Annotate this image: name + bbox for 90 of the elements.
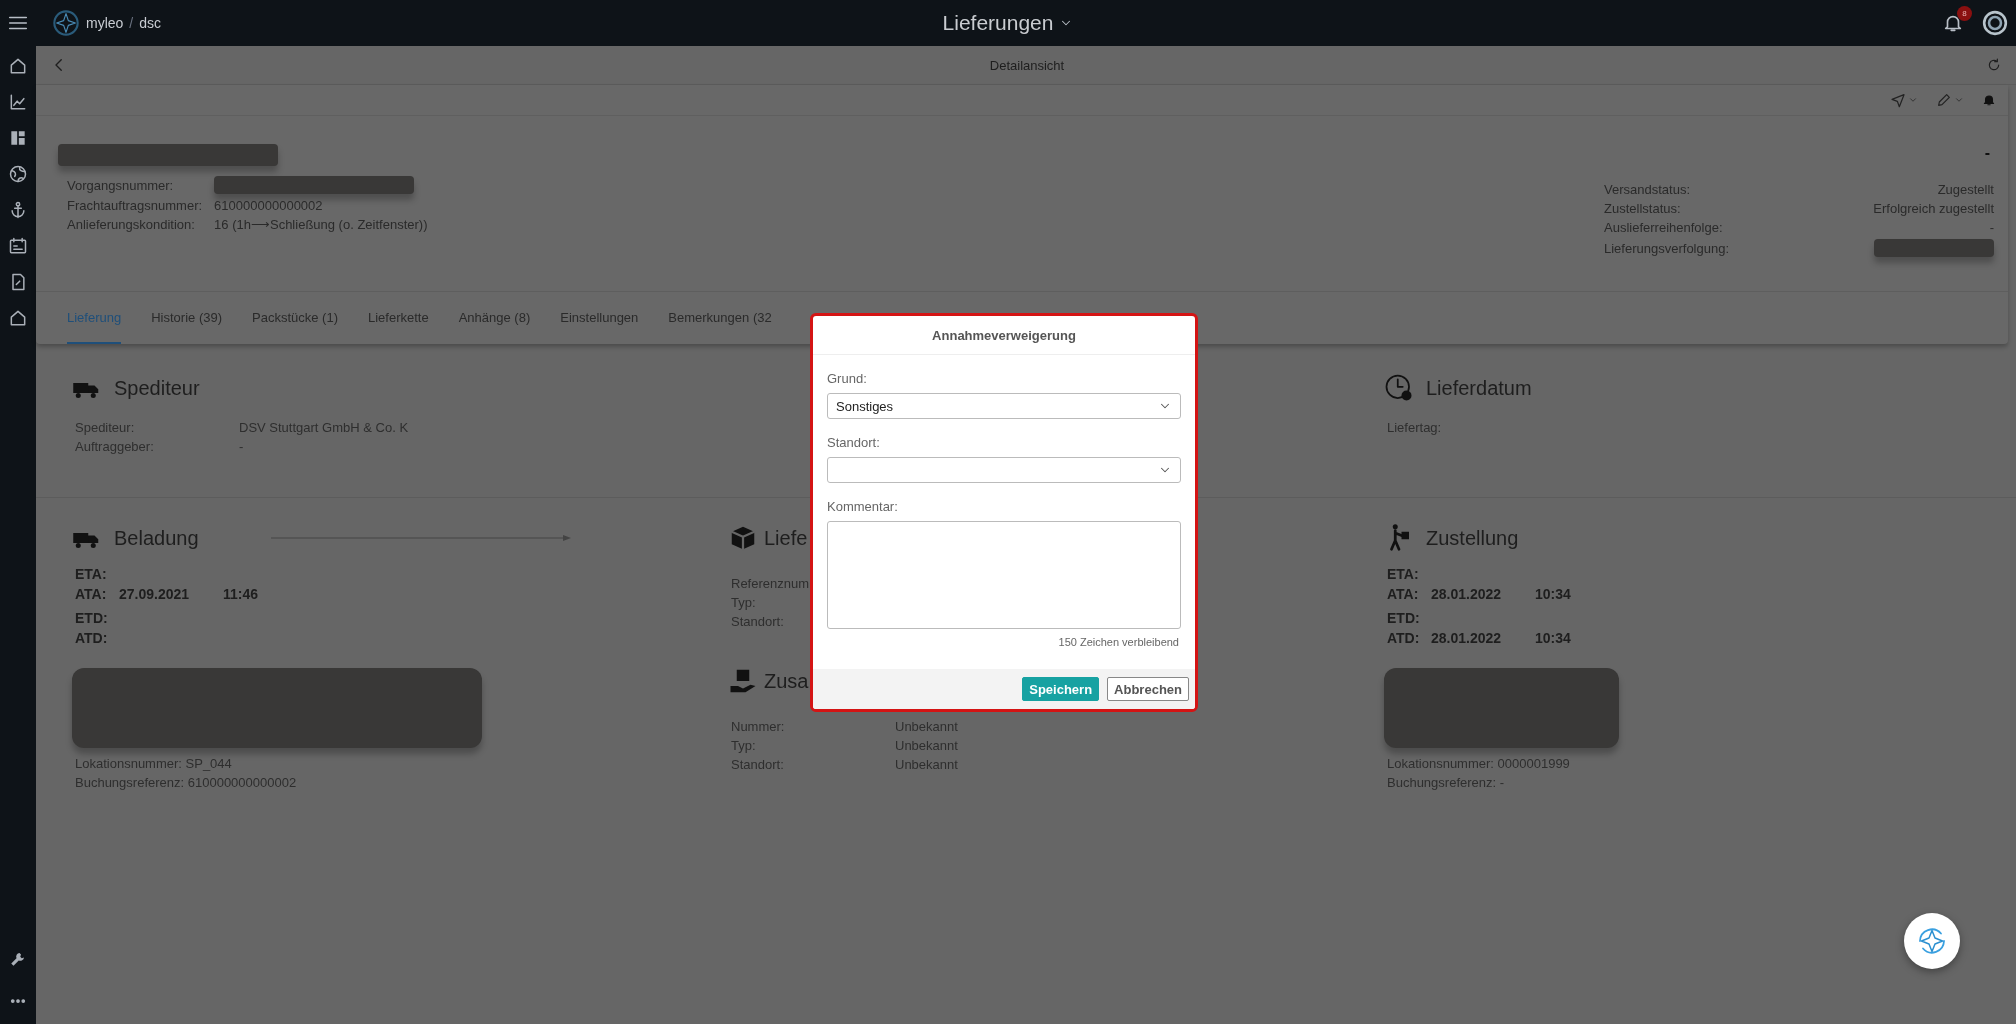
field-label: Lieferungsverfolgung: — [1604, 240, 1731, 256]
clock-check-icon — [1384, 373, 1414, 403]
status-dash: - — [1983, 144, 1991, 162]
field-label: Auslieferreihenfolge: — [1604, 220, 1724, 235]
field-value: Unbekannt — [895, 719, 958, 734]
logo-text: dsc — [139, 15, 162, 31]
comment-field[interactable] — [827, 521, 1181, 629]
booking-reference: Buchungsreferenz: 610000000000002 — [75, 775, 298, 790]
time-value: 10:34 — [1535, 630, 1572, 646]
app-title-dropdown[interactable]: Lieferungen — [936, 10, 1080, 36]
field-label: Standort: — [827, 435, 881, 450]
location-number: Lokationsnummer: 0000001999 — [1387, 756, 1571, 771]
field-value: Unbekannt — [895, 757, 958, 772]
date-value: 27.09.2021 — [119, 586, 191, 602]
tab[interactable]: Packstücke (1) — [252, 292, 338, 344]
booking-reference: Buchungsreferenz: - — [1387, 775, 1506, 790]
edit-menu-button[interactable] — [1936, 92, 1964, 108]
section-title: Spediteur — [114, 376, 200, 400]
field-value: - — [1989, 220, 1994, 235]
field-label: Typ: — [731, 595, 757, 610]
field-label: Standort: — [731, 614, 785, 629]
time-label: ETD: — [1387, 610, 1421, 626]
time-value: 10:34 — [1535, 586, 1572, 602]
time-label: ATD: — [75, 630, 109, 646]
logo-text: myleo — [86, 15, 124, 31]
field-label: Kommentar: — [827, 499, 899, 514]
field-label: Vorgangsnummer: — [67, 177, 174, 193]
field-label: Nummer: — [731, 719, 786, 734]
field-label: Typ: — [731, 738, 757, 753]
field-label: Grund: — [827, 371, 868, 386]
assistant-button[interactable] — [1904, 913, 1960, 969]
dialog-title: Annahmeverweigerung — [813, 316, 1195, 355]
pencil-icon — [1936, 92, 1952, 108]
section-title: Zusa — [764, 669, 809, 693]
field-value: Zugestellt — [1937, 182, 1994, 197]
section-title: Zustellung — [1426, 526, 1519, 550]
time-label: ETA: — [75, 566, 108, 582]
time-value: 11:46 — [223, 586, 260, 602]
wrench-icon[interactable] — [9, 950, 27, 968]
field-label: Liefertag: — [1387, 420, 1442, 435]
date-value: 28.01.2022 — [1431, 630, 1503, 646]
date-value: 28.01.2022 — [1431, 586, 1503, 602]
send-icon — [1890, 92, 1906, 108]
section-title: Beladung — [114, 526, 199, 550]
caret-icon — [1954, 95, 1964, 105]
page-title: Detailansicht — [988, 57, 1066, 73]
send-menu-button[interactable] — [1890, 92, 1918, 108]
logo-separator: / — [129, 15, 134, 31]
field-label: Anlieferungskondition: — [67, 217, 195, 232]
field-value: Unbekannt — [895, 738, 958, 753]
chart-icon[interactable] — [8, 92, 28, 112]
field-label: Versandstatus: — [1604, 182, 1691, 197]
tab[interactable]: Anhänge (8) — [458, 292, 531, 344]
tab[interactable]: Einstellungen — [560, 292, 639, 344]
time-label: ATA: — [75, 586, 108, 602]
field-label: Zustellstatus: — [1604, 201, 1682, 216]
dashboard-icon[interactable] — [8, 128, 28, 148]
field-label: Frachtauftragsnummer: — [67, 198, 203, 213]
time-label: ETD: — [75, 610, 109, 626]
field-label: Standort: — [731, 757, 785, 772]
cancel-button[interactable]: Abbrechen — [1107, 677, 1189, 701]
refresh-icon[interactable] — [1986, 57, 2002, 73]
notification-badge: 8 — [1957, 6, 1972, 21]
character-counter: 150 Zeichen verbleibend — [1057, 636, 1180, 648]
field-label: Auftraggeber: — [75, 439, 155, 454]
field-value: - — [239, 439, 245, 454]
home-icon[interactable] — [8, 308, 28, 328]
time-label: ATD: — [1387, 630, 1421, 646]
globe-icon[interactable] — [8, 164, 28, 184]
field-label: Spediteur: — [75, 420, 136, 435]
field-value: Erfolgreich zugestellt — [1873, 201, 1994, 216]
user-avatar-icon[interactable] — [1982, 10, 2008, 36]
field-label: Referenznum — [731, 576, 811, 591]
time-label: ETA: — [1387, 566, 1420, 582]
tab[interactable]: Lieferung — [67, 292, 122, 344]
location-number: Lokationsnummer: SP_044 — [75, 756, 233, 771]
compass-logo-icon — [52, 9, 80, 37]
tab[interactable]: Historie (39) — [151, 292, 222, 344]
reason-dropdown[interactable]: Sonstiges — [827, 393, 1181, 419]
tab[interactable]: Bemerkungen (32 — [668, 292, 772, 344]
time-label: ATA: — [1387, 586, 1420, 602]
tab[interactable]: Lieferkette — [368, 292, 429, 344]
home-icon[interactable] — [8, 56, 28, 76]
calendar-icon[interactable] — [8, 236, 28, 256]
section-title: Liefe — [764, 526, 808, 550]
field-value: 16 (1h⟶Schließung (o. Zeitfenster)) — [214, 217, 428, 232]
section-title: Lieferdatum — [1426, 376, 1532, 400]
save-button[interactable]: Speichern — [1022, 677, 1100, 701]
field-value: 610000000000002 — [214, 198, 323, 213]
caret-icon — [1908, 95, 1918, 105]
